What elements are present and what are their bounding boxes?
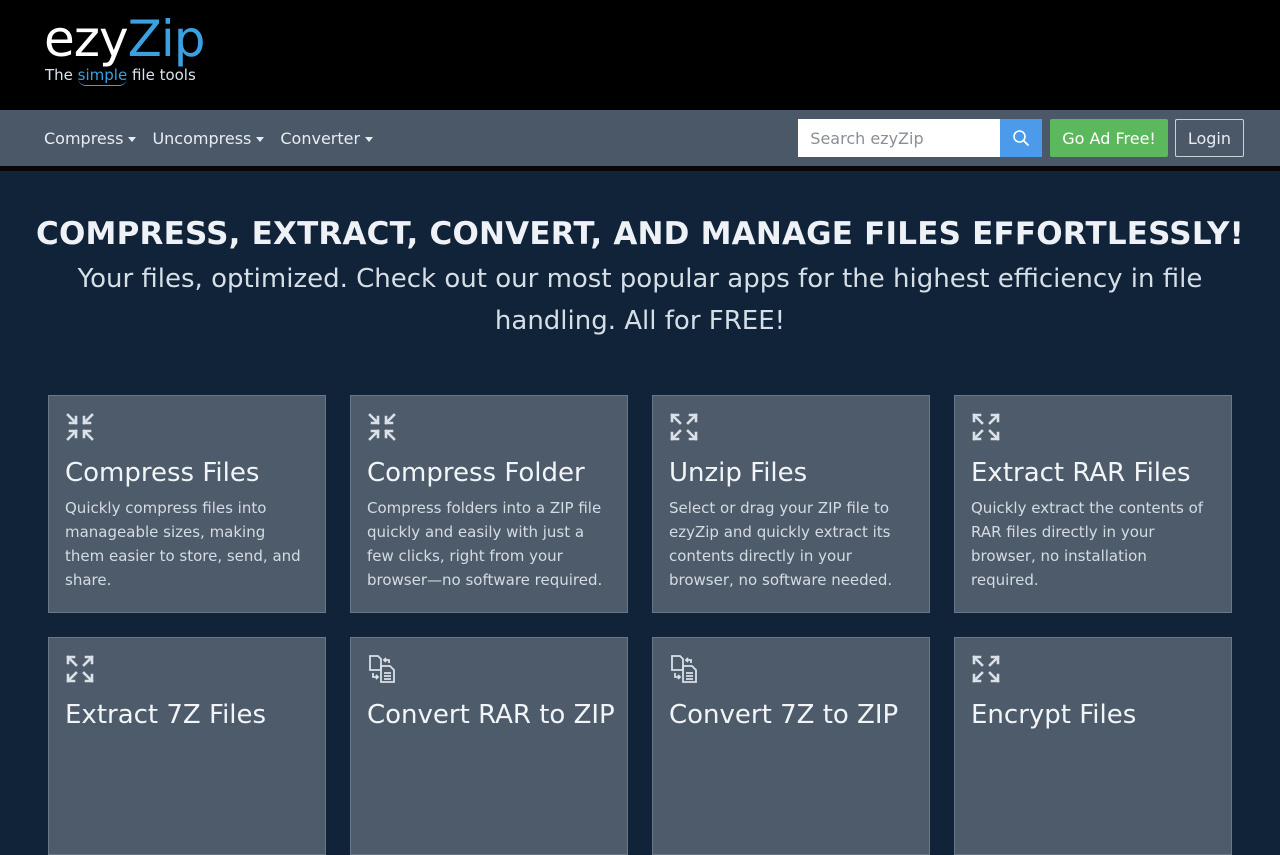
tool-card-extract-rar[interactable]: Extract RAR Files Quickly extract the co… (954, 395, 1232, 613)
caret-down-icon (128, 136, 137, 142)
caret-down-icon (256, 136, 265, 142)
search-icon (1013, 130, 1030, 146)
ezyzip-logo[interactable]: ezyZip The simple file tools (44, 10, 205, 86)
hero-subtitle: Your files, optimized. Check out our mos… (77, 264, 1203, 336)
search-button[interactable] (1000, 119, 1043, 157)
card-title: Convert RAR to ZIP (367, 700, 615, 730)
card-title: Convert 7Z to ZIP (669, 700, 899, 730)
logo-wordmark: ezyZip (44, 10, 205, 68)
expand-icon (66, 655, 94, 683)
nav-converter-dropdown[interactable]: Converter (280, 129, 374, 148)
convert-files-icon (369, 655, 395, 683)
login-button[interactable]: Login (1174, 119, 1244, 157)
card-description: Compress folders into a ZIP file quickly… (367, 499, 603, 589)
tool-card-unzip-files[interactable]: Unzip Files Select or drag your ZIP file… (652, 395, 930, 613)
expand-icon (972, 413, 1000, 441)
hero-title: COMPRESS, EXTRACT, CONVERT, AND MANAGE F… (36, 216, 1244, 252)
caret-down-icon (365, 136, 374, 142)
tool-card-convert-rar-to-zip[interactable]: Convert RAR to ZIP (350, 637, 628, 855)
tool-card-convert-7z-to-zip[interactable]: Convert 7Z to ZIP (652, 637, 930, 855)
tool-card-compress-folder[interactable]: Compress Folder Compress folders into a … (350, 395, 628, 613)
card-title: Encrypt Files (971, 700, 1137, 730)
hero-section: COMPRESS, EXTRACT, CONVERT, AND MANAGE F… (0, 166, 1280, 342)
card-title: Compress Files (65, 458, 260, 488)
nav-compress-dropdown[interactable]: Compress (44, 129, 137, 148)
top-header: ezyZip The simple file tools (0, 0, 1280, 110)
card-description: Quickly extract the contents of RAR file… (971, 499, 1204, 589)
logo-tagline: The simple file tools (45, 66, 196, 86)
nav-actions: Go Ad Free! Login (798, 110, 1244, 166)
nav-menu: Compress Uncompress Converter (44, 110, 374, 166)
expand-icon (972, 655, 1000, 683)
compress-icon (368, 413, 396, 441)
tool-card-compress-files[interactable]: Compress Files Quickly compress files in… (48, 395, 326, 613)
compress-icon (66, 413, 94, 441)
search-input[interactable] (798, 119, 1001, 157)
card-title: Unzip Files (669, 458, 808, 488)
convert-files-icon (671, 655, 697, 683)
card-title: Extract 7Z Files (65, 700, 267, 730)
tool-card-encrypt-files[interactable]: Encrypt Files (954, 637, 1232, 855)
card-title: Extract RAR Files (971, 458, 1191, 488)
expand-icon (670, 413, 698, 441)
tools-grid: Compress Files Quickly compress files in… (48, 395, 1232, 855)
main-navbar: Compress Uncompress Converter Go Ad Free… (0, 110, 1280, 171)
go-ad-free-button[interactable]: Go Ad Free! (1050, 119, 1168, 157)
card-description: Select or drag your ZIP file to ezyZip a… (669, 499, 893, 589)
tool-card-extract-7z[interactable]: Extract 7Z Files (48, 637, 326, 855)
card-title: Compress Folder (367, 458, 585, 488)
nav-uncompress-dropdown[interactable]: Uncompress (152, 129, 265, 148)
card-description: Quickly compress files into manageable s… (65, 499, 301, 589)
